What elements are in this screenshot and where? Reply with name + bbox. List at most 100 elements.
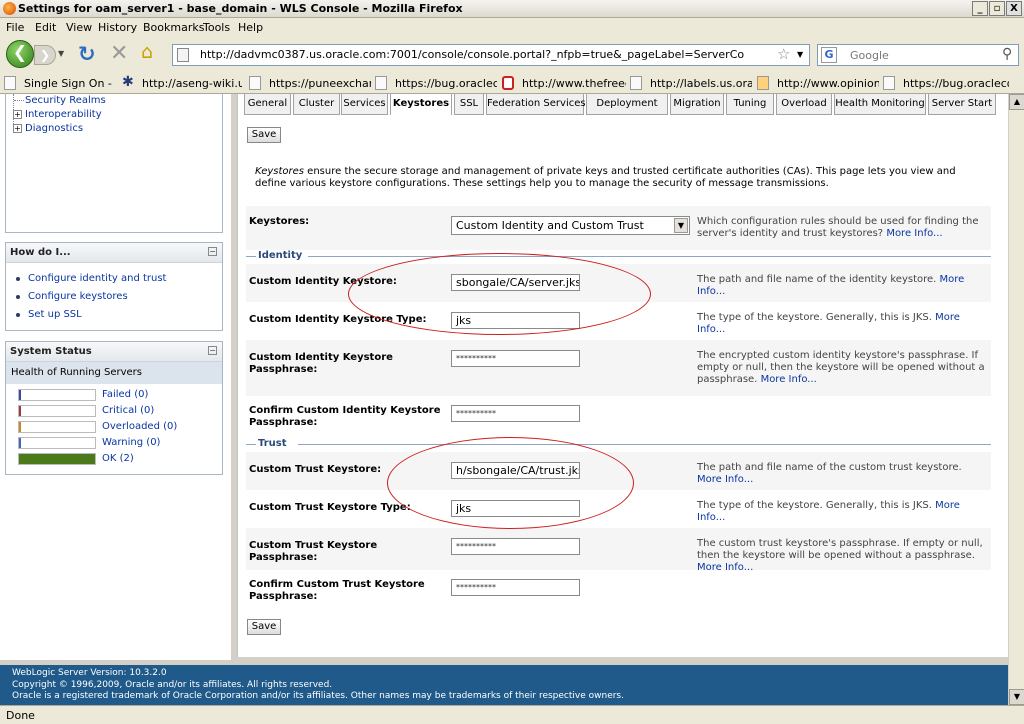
how-do-i-panel: How do I... − Configure identity and tru… [5,242,223,331]
tab-server-start[interactable]: Server Start [928,94,996,115]
menu-edit[interactable]: Edit [35,21,56,34]
bookmark-item[interactable]: Single Sign On - Login [4,72,116,94]
status-bar-fill [19,406,21,416]
search-icon[interactable]: ⚲ [1002,46,1012,62]
expand-icon[interactable]: + [13,124,22,133]
url-text[interactable]: http://dadvmc0387.us.oracle.com:7001/con… [200,48,745,61]
menu-file[interactable]: File [6,21,24,34]
tree-item-interoperability[interactable]: Interoperability [25,109,102,120]
tab-health-monitoring[interactable]: Health Monitoring [834,94,926,115]
identity-section-header: Identity [246,250,991,264]
tab-deployment[interactable]: Deployment [586,94,668,115]
back-button[interactable]: ❮ [6,40,34,68]
forward-button[interactable]: ❯ [34,45,56,65]
reload-icon[interactable]: ↻ [78,42,96,66]
bookmarks-toolbar: Single Sign On - Login ✱http://aseng-wik… [0,72,1024,94]
panel-title: System Status [10,346,92,357]
identity-field-input[interactable]: ********** [451,350,580,367]
bookmark-item[interactable]: ✱http://aseng-wiki.us.... [122,72,242,94]
tab-migration[interactable]: Migration [670,94,724,115]
tab-overload[interactable]: Overload [776,94,832,115]
url-bar[interactable]: http://dadvmc0387.us.oracle.com:7001/con… [172,44,810,66]
identity-more-info-link[interactable]: More Info... [761,374,817,385]
annotation-circle [387,437,634,529]
status-subtitle: Health of Running Servers [11,367,142,378]
minimize-button[interactable]: _ [972,1,988,16]
collapse-icon[interactable]: − [208,346,217,355]
trust-field-input[interactable]: ********** [451,579,580,596]
expand-icon[interactable]: + [13,110,22,119]
chevron-down-icon[interactable]: ▼ [674,218,688,233]
tab-services[interactable]: Services [341,94,388,115]
keystores-help: Which configuration rules should be used… [697,216,979,239]
bullet-icon [16,295,20,299]
status-bar-fill [19,422,21,432]
tab-federation-services[interactable]: Federation Services [486,94,586,115]
status-label[interactable]: Failed (0) [102,389,148,400]
scroll-down-icon[interactable]: ▼ [1009,689,1024,705]
status-bar-0 [18,389,96,401]
scroll-up-icon[interactable]: ▲ [1009,94,1024,110]
trust-field-label: Confirm Custom Trust Keystore Passphrase… [249,579,425,602]
history-dropdown-icon[interactable]: ▼ [58,49,64,58]
status-bar-2 [18,421,96,433]
page-icon [4,76,16,90]
vertical-scrollbar[interactable]: ▲ ▼ [1008,94,1024,705]
menu-history[interactable]: History [98,21,137,34]
bookmark-item[interactable]: http://www.opinionat... [757,72,879,94]
bookmark-star-icon[interactable]: ☆ [777,45,790,63]
identity-field-help: The encrypted custom identity keystore's… [697,350,987,386]
tab-tuning[interactable]: Tuning [726,94,774,115]
tab-general[interactable]: General [244,94,291,115]
trust-help-text: The custom trust keystore's passphrase. … [697,538,983,561]
trust-field-help: The custom trust keystore's passphrase. … [697,538,987,574]
status-bar: Done [0,705,1024,724]
status-label[interactable]: Overloaded (0) [102,421,177,432]
intro-body: ensure the secure storage and management… [255,166,956,189]
bookmark-item[interactable]: http://www.thefreedi... [502,72,626,94]
bookmark-item[interactable]: https://bug.oraclecor... [375,72,497,94]
bookmark-item[interactable]: http://labels.us.oracl... [630,72,752,94]
identity-field-help: The path and file name of the identity k… [697,274,987,298]
collapse-icon[interactable]: − [208,247,217,256]
bookmark-item[interactable]: https://puneexchang... [249,72,371,94]
trust-field-input[interactable]: ********** [451,538,580,555]
trust-more-info-link[interactable]: More Info... [697,474,753,485]
status-label[interactable]: Critical (0) [102,405,154,416]
tab-cluster[interactable]: Cluster [293,94,340,115]
home-icon[interactable]: ⌂ [141,41,153,63]
stop-icon[interactable]: ✕ [110,41,128,66]
tab-ssl[interactable]: SSL [454,94,484,115]
url-dropdown-icon[interactable]: ▼ [797,50,803,59]
tree-line [14,100,24,101]
search-input[interactable]: Google [850,49,889,62]
tree-item-diagnostics[interactable]: Diagnostics [25,123,83,134]
menu-bookmarks[interactable]: Bookmarks [143,21,204,34]
tree-item-security-realms[interactable]: Security Realms [25,95,106,106]
keystores-label: Keystores: [249,216,310,227]
menu-tools[interactable]: Tools [203,21,230,34]
identity-field-input[interactable]: ********** [451,405,580,422]
tab-keystores[interactable]: Keystores [390,94,452,115]
bullet-icon [16,313,20,317]
left-sidebar: Security Realms + Interoperability + Dia… [0,94,231,660]
panel-title: How do I... [10,247,71,258]
menu-view[interactable]: View [66,21,92,34]
annotation-circle [348,253,651,335]
status-label[interactable]: Warning (0) [102,437,160,448]
status-label[interactable]: OK (2) [102,453,134,464]
search-bar[interactable]: G Google ⚲ [817,44,1019,66]
bullet-icon [16,277,20,281]
google-icon[interactable]: G [821,47,837,63]
save-button-bottom[interactable]: Save [247,619,281,635]
close-button[interactable]: X [1006,1,1022,16]
restore-button[interactable]: ▫ [989,1,1005,16]
status-text: Done [6,709,35,722]
bookmark-item[interactable]: https://bug.oraclecor... [883,72,1009,94]
menu-help[interactable]: Help [238,21,263,34]
window-title: Settings for oam_server1 - base_domain -… [18,2,463,15]
keystores-select[interactable]: Custom Identity and Custom Trust ▼ [451,216,690,235]
more-info-link[interactable]: More Info... [886,228,942,239]
identity-field-label: Confirm Custom Identity Keystore Passphr… [249,405,441,428]
save-button[interactable]: Save [247,127,281,143]
